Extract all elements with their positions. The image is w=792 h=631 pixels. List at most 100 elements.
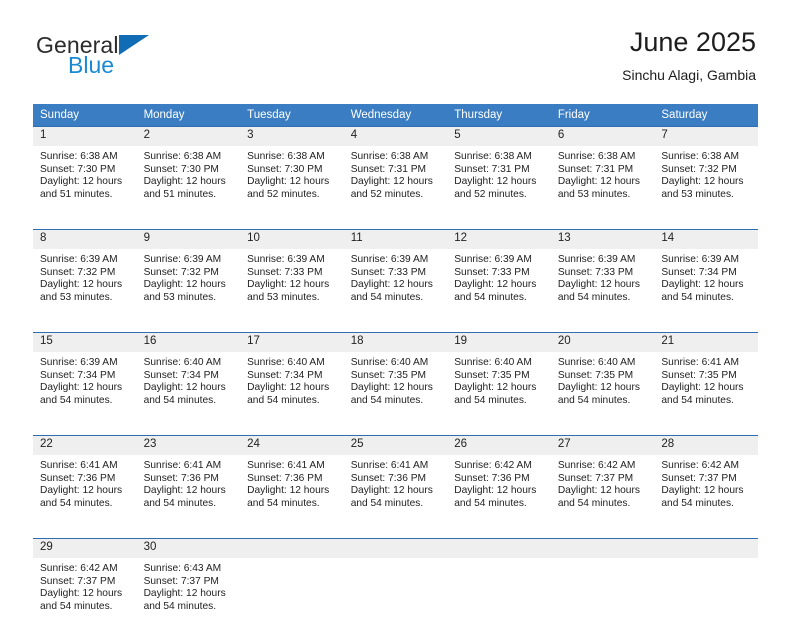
day-number — [551, 539, 655, 558]
calendar-empty-cell — [551, 539, 655, 631]
daylight-text-line1: Daylight: 12 hours — [144, 176, 235, 189]
day-details: Sunrise: 6:39 AMSunset: 7:34 PMDaylight:… — [33, 352, 137, 425]
day-details: Sunrise: 6:39 AMSunset: 7:32 PMDaylight:… — [137, 249, 241, 322]
calendar-day-cell[interactable]: 17Sunrise: 6:40 AMSunset: 7:34 PMDayligh… — [240, 333, 344, 426]
sunrise-text: Sunrise: 6:38 AM — [661, 151, 752, 164]
calendar-empty-cell — [447, 539, 551, 631]
daylight-text-line1: Daylight: 12 hours — [661, 382, 752, 395]
daylight-text-line1: Daylight: 12 hours — [558, 176, 649, 189]
day-details: Sunrise: 6:42 AMSunset: 7:37 PMDaylight:… — [33, 558, 137, 631]
calendar-day-cell[interactable]: 24Sunrise: 6:41 AMSunset: 7:36 PMDayligh… — [240, 436, 344, 529]
calendar-week-row: 15Sunrise: 6:39 AMSunset: 7:34 PMDayligh… — [33, 333, 758, 426]
day-details — [240, 558, 344, 631]
day-number: 27 — [551, 436, 655, 455]
day-details: Sunrise: 6:42 AMSunset: 7:37 PMDaylight:… — [654, 455, 758, 528]
daylight-text-line2: and 54 minutes. — [454, 292, 545, 305]
sunset-text: Sunset: 7:35 PM — [661, 370, 752, 383]
daylight-text-line2: and 54 minutes. — [144, 601, 235, 614]
weekday-header-row: SundayMondayTuesdayWednesdayThursdayFrid… — [33, 104, 758, 127]
daylight-text-line2: and 54 minutes. — [40, 601, 131, 614]
daylight-text-line1: Daylight: 12 hours — [144, 588, 235, 601]
calendar-day-cell[interactable]: 18Sunrise: 6:40 AMSunset: 7:35 PMDayligh… — [344, 333, 448, 426]
daylight-text-line2: and 54 minutes. — [454, 498, 545, 511]
day-number: 20 — [551, 333, 655, 352]
daylight-text-line2: and 52 minutes. — [351, 189, 442, 202]
calendar-day-cell[interactable]: 7Sunrise: 6:38 AMSunset: 7:32 PMDaylight… — [654, 127, 758, 220]
day-number — [654, 539, 758, 558]
sunrise-text: Sunrise: 6:42 AM — [40, 563, 131, 576]
calendar-day-cell[interactable]: 16Sunrise: 6:40 AMSunset: 7:34 PMDayligh… — [137, 333, 241, 426]
daylight-text-line1: Daylight: 12 hours — [454, 382, 545, 395]
sunset-text: Sunset: 7:36 PM — [144, 473, 235, 486]
daylight-text-line2: and 51 minutes. — [144, 189, 235, 202]
day-number: 3 — [240, 127, 344, 146]
calendar-day-cell[interactable]: 30Sunrise: 6:43 AMSunset: 7:37 PMDayligh… — [137, 539, 241, 631]
day-details: Sunrise: 6:38 AMSunset: 7:31 PMDaylight:… — [344, 146, 448, 219]
calendar-day-cell[interactable]: 15Sunrise: 6:39 AMSunset: 7:34 PMDayligh… — [33, 333, 137, 426]
calendar-day-cell[interactable]: 19Sunrise: 6:40 AMSunset: 7:35 PMDayligh… — [447, 333, 551, 426]
day-number: 10 — [240, 230, 344, 249]
calendar-day-cell[interactable]: 2Sunrise: 6:38 AMSunset: 7:30 PMDaylight… — [137, 127, 241, 220]
sunset-text: Sunset: 7:37 PM — [40, 576, 131, 589]
calendar-day-cell[interactable]: 8Sunrise: 6:39 AMSunset: 7:32 PMDaylight… — [33, 230, 137, 323]
daylight-text-line1: Daylight: 12 hours — [454, 176, 545, 189]
calendar-day-cell[interactable]: 9Sunrise: 6:39 AMSunset: 7:32 PMDaylight… — [137, 230, 241, 323]
calendar-day-cell[interactable]: 4Sunrise: 6:38 AMSunset: 7:31 PMDaylight… — [344, 127, 448, 220]
day-number: 13 — [551, 230, 655, 249]
daylight-text-line1: Daylight: 12 hours — [247, 382, 338, 395]
calendar-day-cell[interactable]: 13Sunrise: 6:39 AMSunset: 7:33 PMDayligh… — [551, 230, 655, 323]
week-spacer — [33, 322, 758, 333]
sunset-text: Sunset: 7:36 PM — [40, 473, 131, 486]
sunset-text: Sunset: 7:35 PM — [351, 370, 442, 383]
sunset-text: Sunset: 7:37 PM — [558, 473, 649, 486]
calendar-day-cell[interactable]: 28Sunrise: 6:42 AMSunset: 7:37 PMDayligh… — [654, 436, 758, 529]
day-number: 6 — [551, 127, 655, 146]
day-number: 5 — [447, 127, 551, 146]
calendar-day-cell[interactable]: 6Sunrise: 6:38 AMSunset: 7:31 PMDaylight… — [551, 127, 655, 220]
day-number: 2 — [137, 127, 241, 146]
day-number: 23 — [137, 436, 241, 455]
day-number: 1 — [33, 127, 137, 146]
sunset-text: Sunset: 7:33 PM — [247, 267, 338, 280]
calendar-day-cell[interactable]: 3Sunrise: 6:38 AMSunset: 7:30 PMDaylight… — [240, 127, 344, 220]
calendar-day-cell[interactable]: 14Sunrise: 6:39 AMSunset: 7:34 PMDayligh… — [654, 230, 758, 323]
day-number: 28 — [654, 436, 758, 455]
sunrise-text: Sunrise: 6:38 AM — [558, 151, 649, 164]
calendar-day-cell[interactable]: 26Sunrise: 6:42 AMSunset: 7:36 PMDayligh… — [447, 436, 551, 529]
weekday-header-friday: Friday — [551, 104, 655, 127]
sunset-text: Sunset: 7:34 PM — [40, 370, 131, 383]
sunset-text: Sunset: 7:35 PM — [558, 370, 649, 383]
day-details: Sunrise: 6:41 AMSunset: 7:35 PMDaylight:… — [654, 352, 758, 425]
day-details: Sunrise: 6:38 AMSunset: 7:30 PMDaylight:… — [240, 146, 344, 219]
calendar-day-cell[interactable]: 1Sunrise: 6:38 AMSunset: 7:30 PMDaylight… — [33, 127, 137, 220]
daylight-text-line1: Daylight: 12 hours — [661, 485, 752, 498]
daylight-text-line2: and 54 minutes. — [144, 395, 235, 408]
sunrise-text: Sunrise: 6:39 AM — [558, 254, 649, 267]
sunrise-text: Sunrise: 6:41 AM — [144, 460, 235, 473]
calendar-day-cell[interactable]: 12Sunrise: 6:39 AMSunset: 7:33 PMDayligh… — [447, 230, 551, 323]
calendar-day-cell[interactable]: 29Sunrise: 6:42 AMSunset: 7:37 PMDayligh… — [33, 539, 137, 631]
day-number — [344, 539, 448, 558]
day-details: Sunrise: 6:42 AMSunset: 7:37 PMDaylight:… — [551, 455, 655, 528]
daylight-text-line2: and 54 minutes. — [661, 395, 752, 408]
day-number: 11 — [344, 230, 448, 249]
calendar-day-cell[interactable]: 25Sunrise: 6:41 AMSunset: 7:36 PMDayligh… — [344, 436, 448, 529]
calendar-day-cell[interactable]: 21Sunrise: 6:41 AMSunset: 7:35 PMDayligh… — [654, 333, 758, 426]
sunrise-text: Sunrise: 6:40 AM — [351, 357, 442, 370]
week-spacer-cell — [33, 322, 758, 333]
calendar-day-cell[interactable]: 27Sunrise: 6:42 AMSunset: 7:37 PMDayligh… — [551, 436, 655, 529]
sunrise-text: Sunrise: 6:42 AM — [661, 460, 752, 473]
sunrise-text: Sunrise: 6:38 AM — [40, 151, 131, 164]
day-number: 25 — [344, 436, 448, 455]
calendar-day-cell[interactable]: 5Sunrise: 6:38 AMSunset: 7:31 PMDaylight… — [447, 127, 551, 220]
calendar-day-cell[interactable]: 22Sunrise: 6:41 AMSunset: 7:36 PMDayligh… — [33, 436, 137, 529]
daylight-text-line2: and 53 minutes. — [144, 292, 235, 305]
calendar-day-cell[interactable]: 11Sunrise: 6:39 AMSunset: 7:33 PMDayligh… — [344, 230, 448, 323]
daylight-text-line2: and 54 minutes. — [454, 395, 545, 408]
weekday-header-thursday: Thursday — [447, 104, 551, 127]
general-blue-logo[interactable]: General Blue — [36, 34, 149, 77]
calendar-day-cell[interactable]: 23Sunrise: 6:41 AMSunset: 7:36 PMDayligh… — [137, 436, 241, 529]
sunrise-text: Sunrise: 6:40 AM — [247, 357, 338, 370]
calendar-day-cell[interactable]: 20Sunrise: 6:40 AMSunset: 7:35 PMDayligh… — [551, 333, 655, 426]
calendar-day-cell[interactable]: 10Sunrise: 6:39 AMSunset: 7:33 PMDayligh… — [240, 230, 344, 323]
